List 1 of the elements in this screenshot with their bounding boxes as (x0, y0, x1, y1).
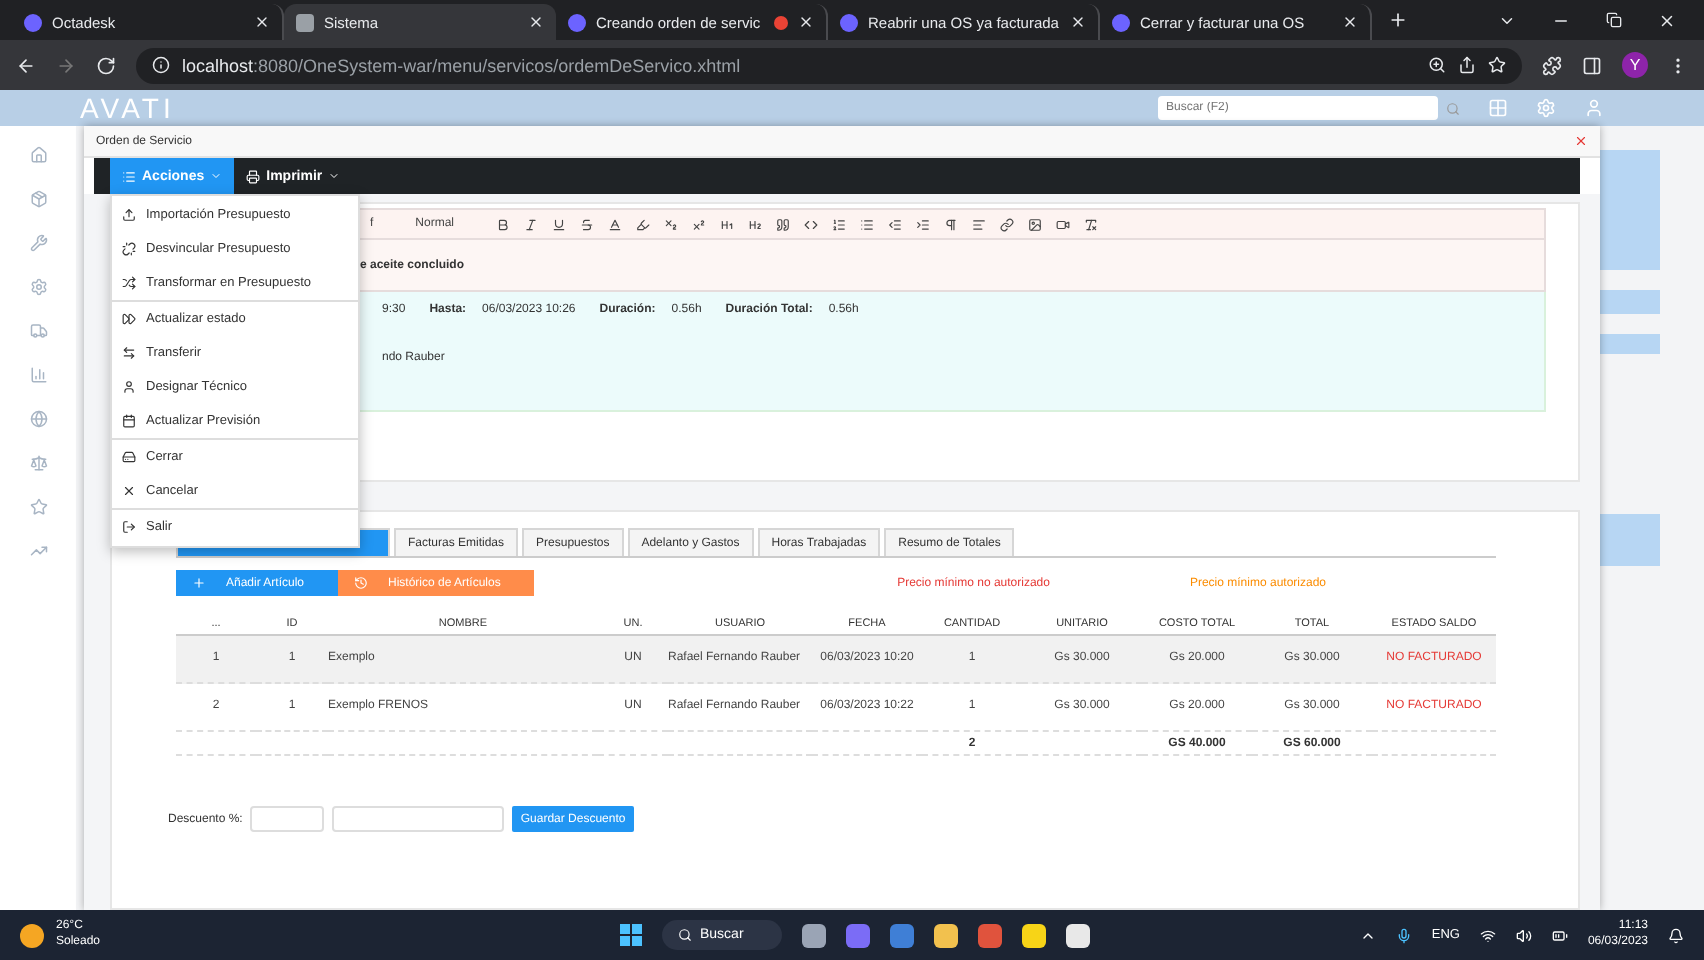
logo: AVATI (80, 92, 175, 124)
